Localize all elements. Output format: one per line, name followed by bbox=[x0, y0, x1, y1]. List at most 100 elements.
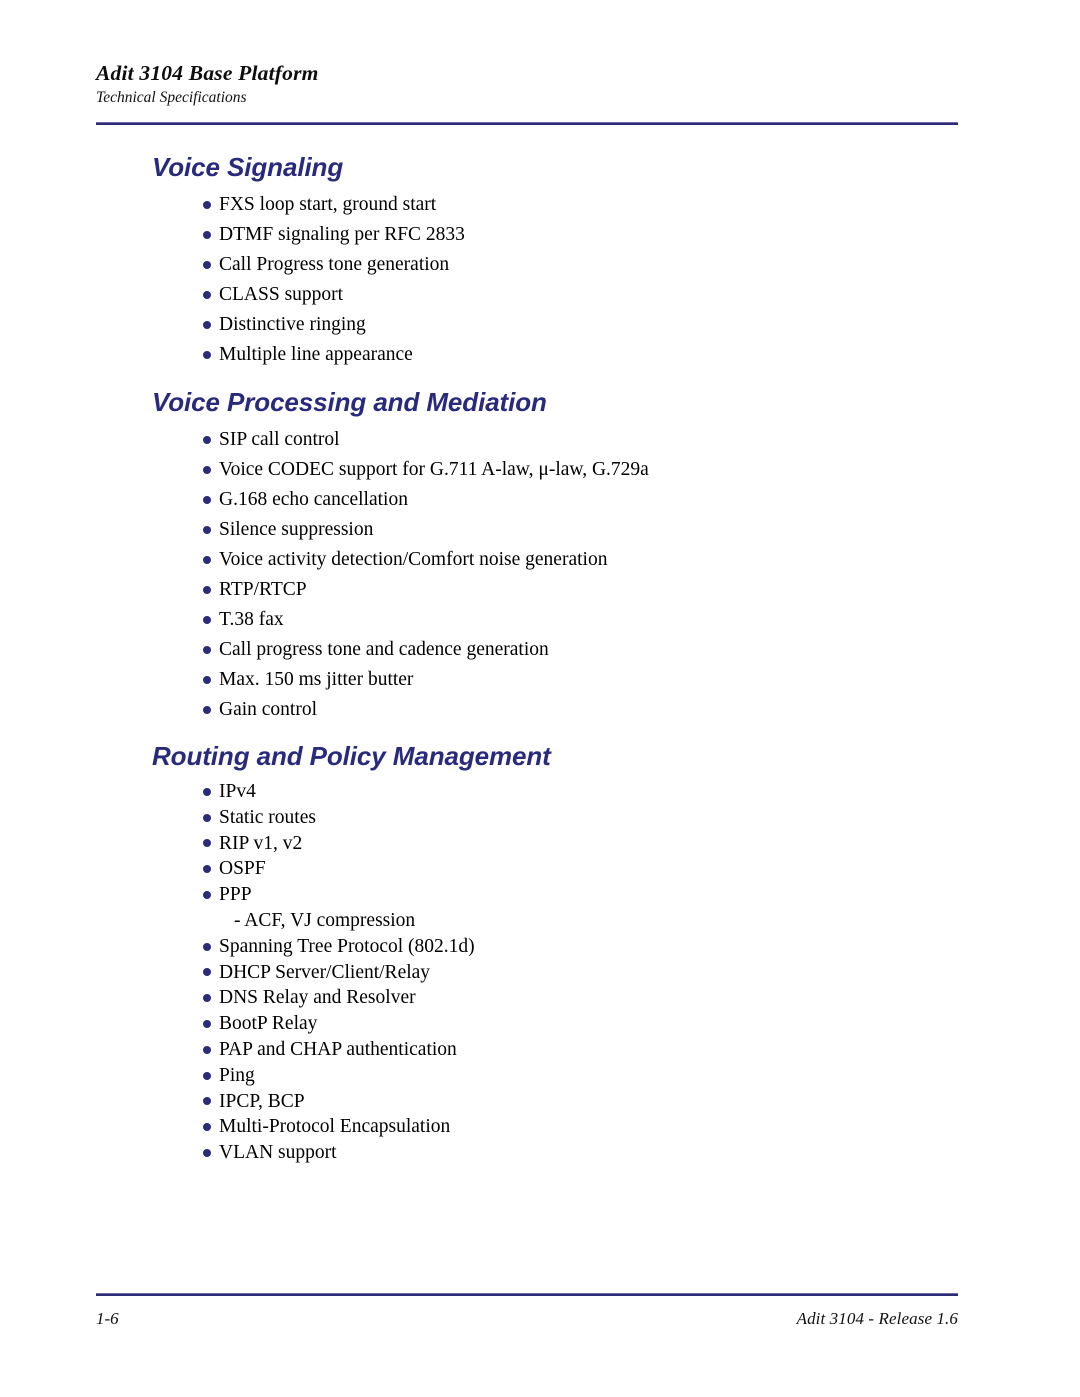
bullet-icon bbox=[203, 646, 211, 654]
bullet-icon bbox=[203, 787, 211, 796]
bullet-icon bbox=[203, 1123, 211, 1132]
section-voice-processing-and-mediation: Voice Processing and Mediation SIP call … bbox=[152, 387, 952, 725]
bullet-icon bbox=[203, 261, 211, 269]
list-item-label: Multiple line appearance bbox=[219, 344, 413, 365]
list-item-label: PAP and CHAP authentication bbox=[219, 1038, 457, 1060]
section-routing-and-policy-management: Routing and Policy Management IPv4 Stati… bbox=[152, 741, 952, 1166]
list-sub-item-label: - ACF, VJ compression bbox=[234, 909, 416, 931]
list-item-label: Silence suppression bbox=[219, 519, 374, 540]
bullet-icon bbox=[203, 968, 211, 977]
list-item: Call Progress tone generation bbox=[152, 250, 952, 280]
header-rule bbox=[96, 122, 958, 125]
spec-list: IPv4 Static routes RIP v1, v2 OSPF PPP -… bbox=[152, 779, 952, 1166]
list-item: Gain control bbox=[152, 695, 952, 725]
list-item-label: RTP/RTCP bbox=[219, 579, 307, 600]
spec-list: SIP call control Voice CODEC support for… bbox=[152, 425, 952, 725]
bullet-icon bbox=[203, 994, 211, 1003]
list-item: Static routes bbox=[152, 805, 952, 831]
bullet-icon bbox=[203, 556, 211, 564]
list-item-label: DTMF signaling per RFC 2833 bbox=[219, 224, 465, 245]
page-header: Adit 3104 Base Platform Technical Specif… bbox=[96, 60, 958, 108]
list-item: T.38 fax bbox=[152, 605, 952, 635]
bullet-icon bbox=[203, 321, 211, 329]
list-item: Multiple line appearance bbox=[152, 340, 952, 370]
list-item: DTMF signaling per RFC 2833 bbox=[152, 220, 952, 250]
list-item: Voice activity detection/Comfort noise g… bbox=[152, 545, 952, 575]
list-item-label: Static routes bbox=[219, 806, 316, 828]
list-item: PAP and CHAP authentication bbox=[152, 1037, 952, 1063]
list-item: FXS loop start, ground start bbox=[152, 190, 952, 220]
bullet-icon bbox=[203, 201, 211, 209]
list-item: CLASS support bbox=[152, 280, 952, 310]
list-item-label: OSPF bbox=[219, 858, 266, 880]
list-item: Voice CODEC support for G.711 A-law, μ-l… bbox=[152, 455, 952, 485]
list-item-label: Call Progress tone generation bbox=[219, 254, 450, 275]
document-page: Adit 3104 Base Platform Technical Specif… bbox=[0, 0, 1080, 1397]
section-heading: Routing and Policy Management bbox=[152, 741, 551, 771]
list-item: DHCP Server/Client/Relay bbox=[152, 960, 952, 986]
release-label: Adit 3104 - Release 1.6 bbox=[796, 1309, 958, 1328]
bullet-icon bbox=[203, 813, 211, 822]
bullet-icon bbox=[203, 586, 211, 594]
list-item: OSPF bbox=[152, 856, 952, 882]
list-item-label: VLAN support bbox=[219, 1142, 337, 1164]
bullet-icon bbox=[203, 942, 211, 951]
section-heading: Voice Signaling bbox=[152, 152, 344, 182]
list-item-label: Distinctive ringing bbox=[219, 314, 366, 335]
list-item: Multi-Protocol Encapsulation bbox=[152, 1114, 952, 1140]
bullet-icon bbox=[203, 1020, 211, 1029]
list-item-label: Call progress tone and cadence generatio… bbox=[219, 639, 549, 660]
bullet-icon bbox=[203, 466, 211, 474]
list-item-label: IPv4 bbox=[219, 781, 256, 802]
bullet-icon bbox=[203, 351, 211, 359]
document-title: Adit 3104 Base Platform bbox=[96, 61, 319, 85]
list-item-label: PPP bbox=[219, 884, 252, 906]
bullet-icon bbox=[203, 1045, 211, 1054]
list-sub-item: - ACF, VJ compression bbox=[152, 908, 952, 934]
page-number: 1-6 bbox=[96, 1309, 119, 1328]
bullet-icon bbox=[203, 526, 211, 534]
list-item: G.168 echo cancellation bbox=[152, 485, 952, 515]
list-item-label: Ping bbox=[219, 1064, 255, 1086]
section-heading: Voice Processing and Mediation bbox=[152, 387, 547, 417]
list-item: Distinctive ringing bbox=[152, 310, 952, 340]
bullet-icon bbox=[203, 839, 211, 848]
bullet-icon bbox=[203, 891, 211, 900]
list-item: RIP v1, v2 bbox=[152, 831, 952, 857]
list-item: Spanning Tree Protocol (802.1d) bbox=[152, 934, 952, 960]
list-item-label: Multi-Protocol Encapsulation bbox=[219, 1116, 451, 1138]
document-subtitle: Technical Specifications bbox=[96, 89, 247, 106]
list-item-label: G.168 echo cancellation bbox=[219, 489, 408, 510]
list-item-label: Voice CODEC support for G.711 A-law, μ-l… bbox=[219, 459, 649, 480]
bullet-icon bbox=[203, 676, 211, 684]
list-item: IPCP, BCP bbox=[152, 1089, 952, 1115]
list-item-label: DNS Relay and Resolver bbox=[219, 987, 416, 1009]
list-item-label: RIP v1, v2 bbox=[219, 832, 303, 854]
list-item-label: T.38 fax bbox=[219, 609, 284, 630]
list-item: Max. 150 ms jitter butter bbox=[152, 665, 952, 695]
list-item-label: Max. 150 ms jitter butter bbox=[219, 669, 414, 690]
spec-list: FXS loop start, ground start DTMF signal… bbox=[152, 190, 952, 370]
bullet-icon bbox=[203, 706, 211, 714]
list-item-label: SIP call control bbox=[219, 429, 340, 450]
bullet-icon bbox=[203, 291, 211, 299]
bullet-icon bbox=[203, 865, 211, 874]
bullet-icon bbox=[203, 616, 211, 624]
bullet-icon bbox=[203, 496, 211, 504]
footer-rule bbox=[96, 1293, 958, 1296]
list-item-label: Spanning Tree Protocol (802.1d) bbox=[219, 935, 475, 957]
list-item-label: Voice activity detection/Comfort noise g… bbox=[219, 549, 608, 570]
bullet-icon bbox=[203, 436, 211, 444]
section-voice-signaling: Voice Signaling FXS loop start, ground s… bbox=[152, 152, 952, 370]
list-item: Silence suppression bbox=[152, 515, 952, 545]
bullet-icon bbox=[203, 1071, 211, 1080]
list-item-label: BootP Relay bbox=[219, 1013, 318, 1035]
list-item: SIP call control bbox=[152, 425, 952, 455]
page-footer: 1-6 Adit 3104 - Release 1.6 bbox=[96, 1308, 958, 1330]
list-item: BootP Relay bbox=[152, 1011, 952, 1037]
list-item: PPP bbox=[152, 882, 952, 908]
bullet-icon bbox=[203, 1149, 211, 1158]
bullet-icon bbox=[203, 1097, 211, 1106]
list-item: Ping bbox=[152, 1063, 952, 1089]
list-item-label: DHCP Server/Client/Relay bbox=[219, 961, 431, 983]
